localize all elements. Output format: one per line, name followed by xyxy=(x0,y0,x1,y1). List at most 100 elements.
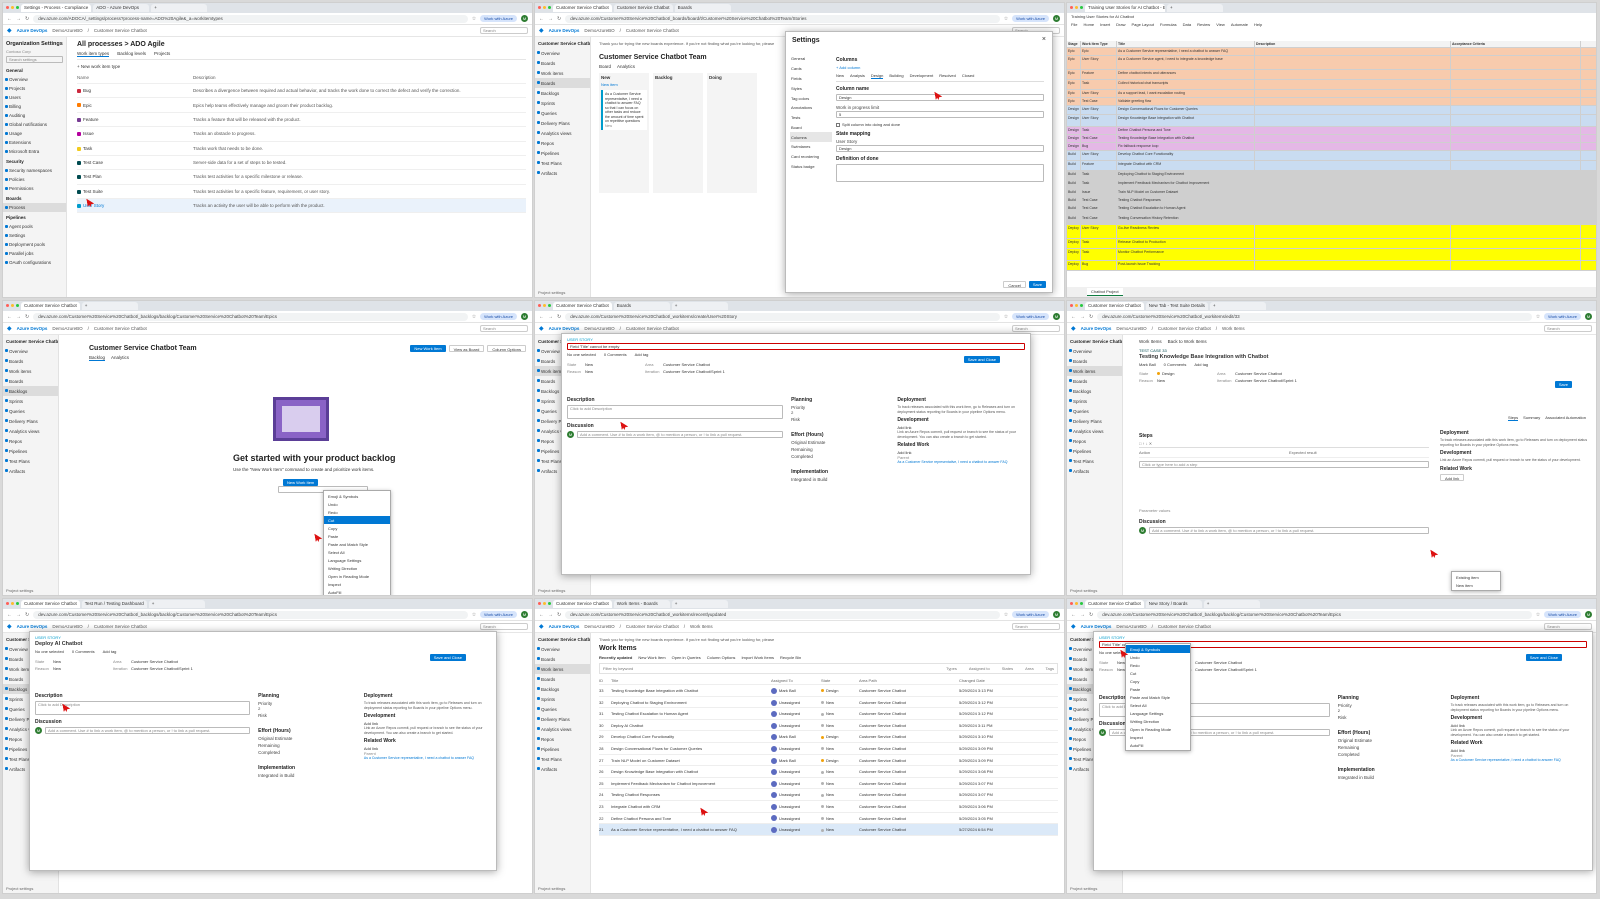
description-cell[interactable] xyxy=(1255,115,1451,126)
description-cell[interactable] xyxy=(1255,225,1451,238)
sidebar-item[interactable]: Work items xyxy=(1067,366,1122,376)
title-cell[interactable]: Deploying Chatbot to Staging Environment xyxy=(611,697,771,708)
table-row[interactable]: Test Plan Tracks test activities for a sp… xyxy=(77,170,526,185)
description-cell[interactable] xyxy=(1255,205,1451,214)
settings-nav-item[interactable]: Deployment pools xyxy=(3,240,66,249)
back-icon[interactable]: ← xyxy=(539,612,544,618)
org-breadcrumb[interactable]: DemoAzureBO xyxy=(584,624,614,629)
work-item-type-cell[interactable]: User Story xyxy=(1081,151,1117,160)
checkbox-icon[interactable] xyxy=(836,122,840,127)
context-menu-item[interactable]: Emoji & Symbols xyxy=(1126,645,1190,653)
project-settings-link[interactable]: Project settings xyxy=(538,290,565,295)
project-breadcrumb[interactable]: Customer Service Chatbot xyxy=(94,28,147,33)
browser-tab[interactable]: Customer Service Chatbot xyxy=(553,302,612,310)
work-item-type-cell[interactable]: User Story xyxy=(1081,115,1117,126)
save-and-close-button[interactable]: Save and Close xyxy=(963,356,1000,363)
stage-cell[interactable]: Deploy xyxy=(1067,249,1081,260)
project-name[interactable]: Customer Service Chatbot xyxy=(1067,337,1122,346)
acceptance-cell[interactable] xyxy=(1451,80,1581,89)
parent-link[interactable]: As a Customer Service representative, I … xyxy=(1451,758,1587,762)
add-tag-button[interactable]: Add tag xyxy=(103,649,117,654)
title-cell[interactable]: Deploy AI Chatbot xyxy=(611,720,771,731)
sidebar-item[interactable]: Queries xyxy=(3,406,58,416)
settings-nav-item[interactable]: General xyxy=(790,54,832,64)
column-tab[interactable]: Resolved xyxy=(939,73,956,79)
forward-icon[interactable]: → xyxy=(16,16,21,22)
area-value[interactable]: Customer Service Chatbot xyxy=(1235,371,1355,376)
url-input[interactable]: dev.azure.com/Customer%20Service%20Chatb… xyxy=(565,312,1000,321)
browser-tab[interactable]: Test Run / Testing Dashboard xyxy=(81,600,147,608)
context-menu-item[interactable]: Redo xyxy=(1126,661,1190,669)
table-row[interactable]: 28 Design Conversational Flows for Custom… xyxy=(599,743,1058,755)
table-row[interactable]: 24 Testing Chatbot Responses Unassigned New… xyxy=(599,789,1058,801)
user-avatar[interactable]: M xyxy=(1053,611,1060,618)
sheet-header-cell[interactable]: Work Item Type xyxy=(1081,41,1117,47)
project-name[interactable]: Customer Service Chatbot xyxy=(3,337,58,346)
maximize-window-button[interactable] xyxy=(548,6,551,9)
minimize-window-button[interactable] xyxy=(11,304,14,307)
bookmark-star-icon[interactable]: ☆ xyxy=(472,16,476,22)
maximize-window-button[interactable] xyxy=(1080,304,1083,307)
title-cell[interactable]: Testing Knowledge Base Integration with … xyxy=(1117,135,1255,142)
field-value[interactable]: Customer Service Chatbot\Sprint 1 xyxy=(131,666,251,671)
close-window-button[interactable] xyxy=(1070,6,1073,9)
reload-icon[interactable]: ↻ xyxy=(1089,314,1093,320)
description-cell[interactable] xyxy=(1255,171,1451,179)
work-item-type-name-cell[interactable]: Test Suite xyxy=(77,189,187,194)
settings-nav-item[interactable]: Parallel jobs xyxy=(3,249,66,258)
acceptance-cell[interactable] xyxy=(1451,161,1581,170)
column-tab[interactable]: Closed xyxy=(962,73,974,79)
description-cell[interactable] xyxy=(1255,261,1451,270)
acceptance-cell[interactable] xyxy=(1451,90,1581,97)
column-header[interactable]: State xyxy=(821,677,859,684)
org-breadcrumb[interactable]: DemoAzureBO xyxy=(1116,326,1146,331)
process-tab[interactable]: Projects xyxy=(154,51,170,57)
context-menu-item[interactable]: Undo xyxy=(324,500,390,508)
reload-icon[interactable]: ↻ xyxy=(557,612,561,618)
table-row[interactable]: 27 Train NLP Model on Customer Dataset Mar… xyxy=(599,755,1058,767)
process-tab[interactable]: Work item types xyxy=(77,51,110,57)
acceptance-cell[interactable] xyxy=(1451,151,1581,160)
state-value[interactable]: Design xyxy=(1157,371,1217,376)
bookmark-star-icon[interactable]: ☆ xyxy=(1004,612,1008,618)
close-window-button[interactable] xyxy=(538,6,541,9)
assigned-cell[interactable]: Unassigned xyxy=(771,766,821,777)
sidebar-item[interactable]: Backlogs xyxy=(535,684,590,694)
context-menu-item[interactable]: Inspect xyxy=(1126,733,1190,741)
work-item-type-cell[interactable]: Feature xyxy=(1081,161,1117,170)
filter-field[interactable]: Types xyxy=(946,666,957,671)
add-column-button[interactable]: + Add column xyxy=(836,65,1044,70)
back-icon[interactable]: ← xyxy=(7,314,12,320)
close-window-button[interactable] xyxy=(1070,304,1073,307)
sidebar-item[interactable]: Pipelines xyxy=(3,446,58,456)
search-input[interactable]: Search xyxy=(1012,325,1060,332)
brand-label[interactable]: Azure DevOps xyxy=(1081,326,1112,331)
title-cell[interactable]: Implement Feedback Mechanism for Chatbot… xyxy=(1117,180,1255,188)
column-tab[interactable]: Analysis xyxy=(850,73,865,79)
sidebar-item[interactable]: Backlogs xyxy=(535,88,590,98)
browser-tab[interactable]: Work Items - Boards xyxy=(613,600,670,608)
priority-value[interactable]: 2 xyxy=(1338,708,1443,713)
assigned-cell[interactable]: Mark Ball xyxy=(771,685,821,696)
description-cell[interactable] xyxy=(1255,151,1451,160)
project-settings-link[interactable]: Project settings xyxy=(6,588,33,593)
close-icon[interactable]: × xyxy=(1042,36,1046,43)
azure-devops-logo-icon[interactable]: ◆ xyxy=(539,27,544,34)
sidebar-item[interactable]: Analytics views xyxy=(535,128,590,138)
maximize-window-button[interactable] xyxy=(16,602,19,605)
sidebar-item[interactable]: Work items xyxy=(535,68,590,78)
assigned-to[interactable]: No one selected xyxy=(567,352,596,357)
back-icon[interactable]: ← xyxy=(7,612,12,618)
acceptance-cell[interactable] xyxy=(1451,56,1581,69)
column-tab[interactable]: New xyxy=(836,73,844,79)
browser-tab[interactable]: + xyxy=(148,600,205,608)
board-card[interactable]: As a Customer Service representative, I … xyxy=(601,90,647,130)
acceptance-cell[interactable] xyxy=(1451,115,1581,126)
user-avatar[interactable]: M xyxy=(1053,313,1060,320)
context-menu-item[interactable]: Open in Reading Mode xyxy=(324,572,390,580)
project-name[interactable]: Customer Service Chatbot xyxy=(535,635,590,644)
board-tab[interactable]: Board xyxy=(599,64,611,69)
context-menu-item[interactable]: Writing Direction xyxy=(324,564,390,572)
add-link-menu-item[interactable]: Existing item xyxy=(1452,573,1500,581)
project-settings-link[interactable]: Project settings xyxy=(1070,588,1097,593)
